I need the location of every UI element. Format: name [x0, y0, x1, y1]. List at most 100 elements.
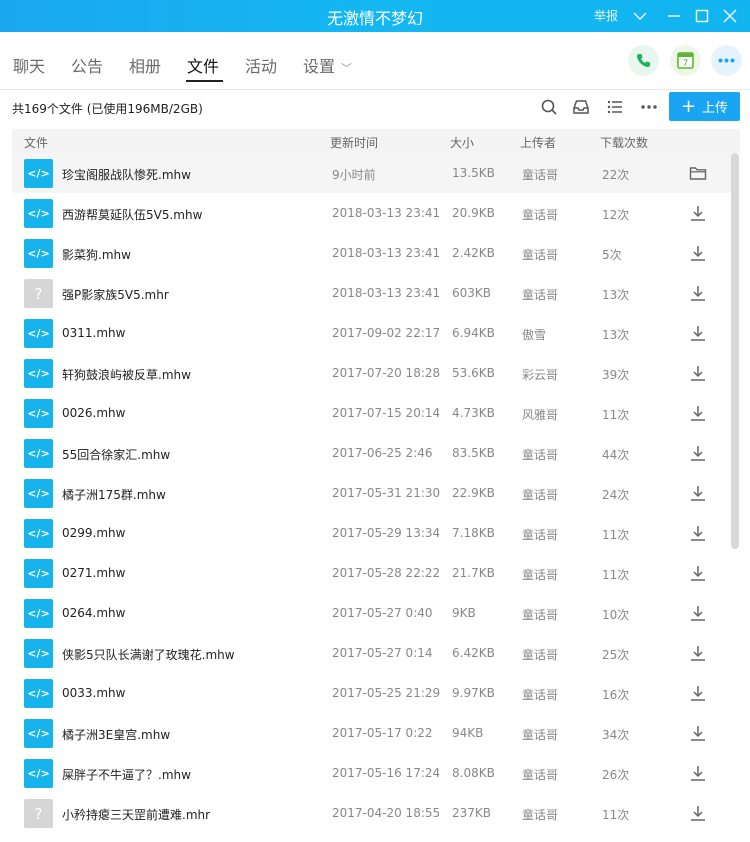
minimize-icon[interactable] — [664, 6, 684, 26]
file-name[interactable]: 55回合徐家汇.mhw — [62, 446, 170, 463]
file-uploader[interactable]: 傲雪 — [522, 326, 546, 343]
file-uploader[interactable]: 童话哥 — [522, 606, 558, 623]
search-icon[interactable] — [538, 96, 560, 118]
file-row[interactable]: ? 强P影家族5V5.mhr 2018-03-13 23:41 603KB 童话哥 13次 — [12, 273, 732, 313]
folder-icon[interactable] — [688, 163, 708, 183]
file-uploader[interactable]: 童话哥 — [522, 246, 558, 263]
column-size[interactable]: 大小 — [450, 134, 474, 151]
download-icon[interactable] — [688, 563, 708, 583]
file-name[interactable]: 0271.mhw — [62, 566, 125, 580]
file-row[interactable]: </> 橘子洲175群.mhw 2017-05-31 21:30 22.9KB 童话哥 2… — [12, 473, 732, 513]
download-icon[interactable] — [688, 203, 708, 223]
download-icon[interactable] — [688, 483, 708, 503]
file-row[interactable]: </> 0271.mhw 2017-05-28 22:22 21.7KB 童话哥 11次 — [12, 553, 732, 593]
file-row[interactable]: </> 珍宝阁服战队惨死.mhw 9小时前 13.5KB 童话哥 22次 — [12, 153, 732, 193]
column-updated[interactable]: 更新时间 — [330, 134, 378, 151]
file-row[interactable]: </> 屎胖子不牛逼了？.mhw 2017-05-16 17:24 8.08KB 童话哥… — [12, 753, 732, 793]
file-name[interactable]: 小矜持瘪三天罡前遭难.mhr — [62, 806, 210, 823]
file-uploader[interactable]: 童话哥 — [522, 486, 558, 503]
code-file-icon: </> — [24, 319, 53, 348]
tab-album[interactable]: 相册 — [129, 53, 161, 77]
file-uploader[interactable]: 童话哥 — [522, 206, 558, 223]
download-icon[interactable] — [688, 443, 708, 463]
report-link[interactable]: 举报 — [594, 7, 618, 24]
file-row[interactable]: </> 影菜狗.mhw 2018-03-13 23:41 2.42KB 童话哥 5次 — [12, 233, 732, 273]
download-icon[interactable] — [688, 723, 708, 743]
download-icon[interactable] — [688, 803, 708, 823]
file-size: 22.9KB — [452, 486, 495, 500]
download-icon[interactable] — [688, 323, 708, 343]
download-icon[interactable] — [688, 283, 708, 303]
file-row[interactable]: </> 西游帮莫延队伍5V5.mhw 2018-03-13 23:41 20.9KB 童… — [12, 193, 732, 233]
upload-label: 上传 — [702, 101, 729, 116]
file-name[interactable]: 0311.mhw — [62, 326, 125, 340]
file-row[interactable]: </> 0311.mhw 2017-09-02 22:17 6.94KB 傲雪 13次 — [12, 313, 732, 353]
file-name[interactable]: 橘子洲175群.mhw — [62, 486, 166, 503]
file-uploader[interactable]: 童话哥 — [522, 766, 558, 783]
file-name[interactable]: 0299.mhw — [62, 526, 125, 540]
file-uploader[interactable]: 童话哥 — [522, 566, 558, 583]
phone-call-button[interactable] — [628, 45, 659, 76]
download-icon[interactable] — [688, 763, 708, 783]
tab-settings[interactable]: 设置 ﹀ — [303, 53, 352, 77]
file-name[interactable]: 0264.mhw — [62, 606, 125, 620]
file-row[interactable]: </> 橘子洲3E皇宫.mhw 2017-05-17 0:22 94KB 童话哥 34次 — [12, 713, 732, 753]
column-file[interactable]: 文件 — [24, 134, 48, 151]
code-file-icon: </> — [24, 399, 53, 428]
file-uploader[interactable]: 童话哥 — [522, 166, 558, 183]
file-row[interactable]: </> 轩狗鼓浪屿被反草.mhw 2017-07-20 18:28 53.6KB 彩云哥… — [12, 353, 732, 393]
column-uploader[interactable]: 上传者 — [520, 134, 556, 151]
file-uploader[interactable]: 童话哥 — [522, 646, 558, 663]
download-icon[interactable] — [688, 603, 708, 623]
file-uploader[interactable]: 童话哥 — [522, 286, 558, 303]
file-uploader[interactable]: 彩云哥 — [522, 366, 558, 383]
download-icon[interactable] — [688, 363, 708, 383]
tab-files[interactable]: 文件 — [187, 53, 219, 77]
column-downloads[interactable]: 下载次数 — [600, 134, 648, 151]
inbox-icon[interactable] — [570, 96, 592, 118]
file-size: 6.42KB — [452, 646, 495, 660]
calendar-button[interactable]: 7 — [670, 45, 701, 76]
tab-announcement[interactable]: 公告 — [71, 53, 103, 77]
file-row[interactable]: ? 小矜持瘪三天罡前遭难.mhr 2017-04-20 18:55 237KB 童话哥 1… — [12, 793, 732, 833]
file-row[interactable]: </> 0299.mhw 2017-05-29 13:34 7.18KB 童话哥 11次 — [12, 513, 732, 553]
download-icon[interactable] — [688, 643, 708, 663]
file-name[interactable]: 珍宝阁服战队惨死.mhw — [62, 166, 191, 183]
file-uploader[interactable]: 童话哥 — [522, 526, 558, 543]
file-row[interactable]: </> 0264.mhw 2017-05-27 0:40 9KB 童话哥 10次 — [12, 593, 732, 633]
download-icon[interactable] — [688, 683, 708, 703]
file-name[interactable]: 轩狗鼓浪屿被反草.mhw — [62, 366, 191, 383]
file-uploader[interactable]: 童话哥 — [522, 726, 558, 743]
file-name[interactable]: 橘子洲3E皇宫.mhw — [62, 726, 170, 743]
file-table-header: 文件 更新时间 大小 上传者 下载次数 — [12, 129, 740, 153]
close-icon[interactable] — [720, 6, 740, 26]
tab-chat[interactable]: 聊天 — [13, 53, 45, 77]
file-uploader[interactable]: 童话哥 — [522, 446, 558, 463]
file-uploader[interactable]: 童话哥 — [522, 686, 558, 703]
file-name[interactable]: 侠影5只队长满谢了玫瑰花.mhw — [62, 646, 235, 663]
upload-button[interactable]: + 上传 — [669, 92, 740, 121]
file-name[interactable]: 强P影家族5V5.mhr — [62, 286, 169, 303]
tab-activity[interactable]: 活动 — [245, 53, 277, 77]
file-row[interactable]: </> 0033.mhw 2017-05-25 21:29 9.97KB 童话哥 16次 — [12, 673, 732, 713]
dropdown-chevron-icon[interactable] — [630, 6, 650, 26]
more-icon[interactable] — [638, 96, 660, 118]
file-name[interactable]: 西游帮莫延队伍5V5.mhw — [62, 206, 202, 223]
download-icon[interactable] — [688, 523, 708, 543]
file-name[interactable]: 屎胖子不牛逼了？.mhw — [62, 766, 191, 783]
file-row[interactable]: </> 侠影5只队长满谢了玫瑰花.mhw 2017-05-27 0:14 6.42KB… — [12, 633, 732, 673]
file-row[interactable]: </> 55回合徐家汇.mhw 2017-06-25 2:46 83.5KB 童话哥 44… — [12, 433, 732, 473]
file-name[interactable]: 0033.mhw — [62, 686, 125, 700]
download-icon[interactable] — [688, 403, 708, 423]
more-options-button[interactable] — [711, 45, 742, 76]
file-row[interactable]: </> 0026.mhw 2017-07-15 20:14 4.73KB 风雅哥 11次 — [12, 393, 732, 433]
list-scrollbar[interactable] — [731, 153, 739, 549]
download-icon[interactable] — [688, 243, 708, 263]
maximize-icon[interactable] — [692, 6, 712, 26]
file-uploader[interactable]: 风雅哥 — [522, 406, 558, 423]
code-file-icon: </> — [24, 599, 53, 628]
file-uploader[interactable]: 童话哥 — [522, 806, 558, 823]
list-view-icon[interactable] — [604, 96, 626, 118]
file-name[interactable]: 影菜狗.mhw — [62, 246, 131, 263]
file-name[interactable]: 0026.mhw — [62, 406, 125, 420]
